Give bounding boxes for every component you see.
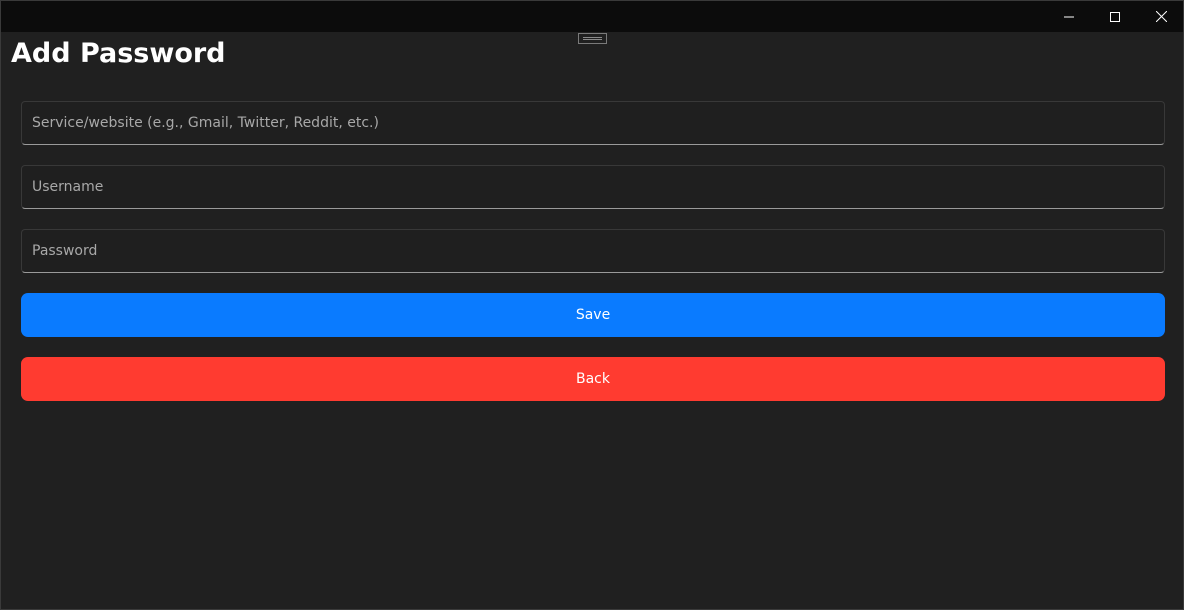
minimize-button[interactable] (1046, 1, 1092, 32)
maximize-icon (1110, 11, 1120, 22)
service-input[interactable] (21, 101, 1165, 145)
username-input[interactable] (21, 165, 1165, 209)
save-button[interactable]: Save (21, 293, 1165, 337)
minimize-icon (1064, 12, 1074, 22)
title-bar[interactable] (1, 1, 1183, 32)
save-button-label: Save (575, 307, 611, 323)
password-input[interactable] (21, 229, 1165, 273)
back-button[interactable]: Back (21, 357, 1165, 401)
page-title: Add Password (11, 38, 226, 69)
close-button[interactable] (1138, 1, 1184, 32)
close-icon (1155, 11, 1167, 22)
app-window: Add Password Save Back (0, 0, 1184, 610)
maximize-button[interactable] (1092, 1, 1138, 32)
drag-handle[interactable] (578, 33, 607, 44)
drag-handle-icon (583, 37, 602, 40)
back-button-label: Back (576, 371, 610, 387)
